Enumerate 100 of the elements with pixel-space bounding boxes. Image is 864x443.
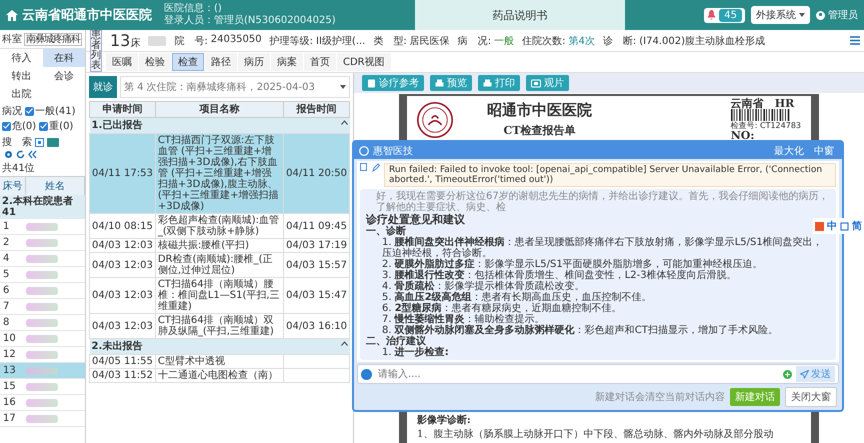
bed-number: 2 bbox=[2, 237, 10, 248]
visit-select[interactable]: 第 4 次住院：南彝城疼痛科，2025-04-03 bbox=[120, 76, 350, 98]
patient-field: 护理等级: II级护理(... bbox=[270, 34, 366, 48]
patient-row[interactable]: 8 bbox=[0, 315, 85, 331]
column-header: 申请时间 bbox=[90, 102, 156, 118]
bed-number: 17 bbox=[2, 413, 17, 424]
department-label: 科室 bbox=[2, 32, 22, 46]
menu-icon[interactable] bbox=[850, 36, 860, 45]
list-item: 8. 双侧髂外动脉闭塞及全身多动脉粥样硬化：彩色超声和CT扫描显示，增加了手术风险。 bbox=[381, 325, 779, 336]
record-tab[interactable]: 检验 bbox=[139, 53, 171, 71]
list-item: 2. 硬膜外脂肪过多症：影像学显示L5/S1平面硬膜外脂肪增多，可能加重神经根压迫。 bbox=[381, 259, 764, 270]
patient-field: 诊 断: (I74.002)腹主动脉血栓形成 bbox=[602, 34, 765, 48]
group-header[interactable]: 2.未出报告 bbox=[90, 338, 350, 354]
patient-field: 病 况: 一般 bbox=[458, 34, 514, 48]
patient-row[interactable]: 12 bbox=[0, 347, 85, 363]
close-window-button[interactable]: 关闭大窗 bbox=[785, 387, 837, 407]
record-tab[interactable]: 病案 bbox=[271, 53, 303, 71]
patient-row[interactable]: 16 bbox=[0, 395, 85, 411]
patient-row[interactable]: 4 bbox=[0, 251, 85, 267]
redacted-name bbox=[26, 238, 58, 246]
patient-field: 院 号: 24035050 bbox=[174, 34, 262, 48]
card-icon[interactable] bbox=[47, 138, 59, 146]
redacted-name bbox=[26, 302, 58, 310]
printer-icon bbox=[483, 78, 492, 88]
thinking-text: 好，我现在需要分析这位67岁的谢朝忠先生的病情，并给出诊疗建议。首先，我会仔细阅读他的病历，了解他的主要症状、病史、检 bbox=[375, 191, 830, 213]
edit-icon[interactable] bbox=[372, 163, 380, 172]
patient-row[interactable]: 2 bbox=[0, 235, 85, 251]
status-filter-button[interactable]: 在科 bbox=[42, 49, 85, 67]
bed-number: 12 bbox=[2, 349, 17, 360]
patient-row[interactable]: 17 bbox=[0, 411, 85, 427]
redacted-name bbox=[26, 350, 58, 358]
collapse-icon[interactable] bbox=[28, 150, 37, 159]
chevron-icon bbox=[340, 341, 348, 346]
record-tab[interactable]: 首页 bbox=[304, 53, 336, 71]
redacted-name bbox=[26, 270, 58, 278]
search-toggle-icon[interactable] bbox=[35, 138, 44, 146]
table-cell: 十二通道心电图检查（南） bbox=[155, 368, 284, 382]
patient-row[interactable]: 13 bbox=[0, 363, 85, 379]
group-header[interactable]: 1.已出报告 bbox=[90, 118, 350, 134]
assistant-icon bbox=[361, 368, 372, 380]
report-row[interactable]: 04/05 11:55 C型臂术中透视 bbox=[90, 354, 350, 368]
report-row[interactable]: 04/03 11:52 十二通道心电图检查（南） bbox=[90, 368, 350, 382]
redacted-block bbox=[148, 36, 166, 46]
caret-icon bbox=[799, 13, 805, 17]
group-header: 2.本科在院患者 41 bbox=[0, 195, 85, 219]
list-item: 7. 慢性萎缩性胃炎：辅助检查提示。 bbox=[381, 314, 545, 325]
redacted-name bbox=[26, 382, 58, 390]
report-row[interactable]: 04/03 12:03 CT扫描64排（南顺城）腰椎：椎间盘L1—S1(平扫,三维重建) 04/03 15:47 bbox=[90, 278, 350, 314]
record-tab[interactable]: 病历 bbox=[238, 53, 270, 71]
bed-number: 10 bbox=[2, 333, 17, 344]
department-select[interactable]: 南彝城疼痛科 bbox=[24, 32, 82, 46]
patient-row[interactable]: 10 bbox=[0, 331, 85, 347]
user-icon bbox=[816, 10, 825, 20]
patient-list-tab[interactable]: 患者列表 bbox=[90, 30, 102, 72]
bed-number: 1 bbox=[2, 221, 10, 232]
condition-checkbox[interactable]: 一般(41) bbox=[25, 104, 76, 118]
patient-row[interactable]: 15 bbox=[0, 379, 85, 395]
chevron-icon bbox=[340, 120, 348, 125]
redacted-name bbox=[26, 254, 58, 262]
bed-number: 8 bbox=[2, 317, 10, 328]
user-menu[interactable]: 管理员 bbox=[816, 8, 858, 22]
patient-field: 类 型: 居民医保 bbox=[373, 34, 450, 48]
report-row[interactable]: 04/03 12:03 核磁共振:腰椎(平扫) 04/03 17:19 bbox=[90, 238, 350, 252]
table-cell bbox=[284, 368, 350, 382]
section-heading: 影像学诊断: bbox=[417, 414, 472, 427]
record-tab[interactable]: 医嘱 bbox=[106, 53, 138, 71]
record-tab[interactable]: 检查 bbox=[172, 53, 204, 71]
section-title: 二、治疗建议 bbox=[366, 336, 426, 347]
table-cell: 04/11 17:53 bbox=[90, 134, 156, 214]
record-tab[interactable]: 路径 bbox=[205, 53, 237, 71]
error-message: Run failed: Failed to invoke tool: [openai_api_compatible] Server Unavailable Error, ('Connection aborted.', TimeoutError('timed out')) bbox=[384, 163, 836, 187]
redacted-name bbox=[26, 286, 58, 294]
number-label: NO: bbox=[730, 130, 754, 141]
report-row[interactable]: 04/11 17:53 CT扫描西门子双源:左下肢血管 (平扫+三维重建+增强扫描+3D成像),右下肢血管 (平扫+三维重建+增强扫描+3D成像),腹主动脉、(平扫+三维重建+增强扫描+3D成像) 04/11 20:50 bbox=[90, 134, 350, 214]
patient-row[interactable]: 6 bbox=[0, 283, 85, 299]
visit-button[interactable]: 就诊 bbox=[89, 76, 117, 98]
add-icon[interactable] bbox=[783, 370, 792, 378]
bed-number: 16 bbox=[2, 397, 17, 408]
external-system-menu[interactable]: 外接系统 bbox=[751, 6, 810, 24]
patient-row[interactable]: 7 bbox=[0, 299, 85, 315]
patient-row[interactable]: 5 bbox=[0, 267, 85, 283]
ime-mode-toggle[interactable]: 中 bbox=[827, 219, 837, 233]
settings-icon[interactable] bbox=[4, 150, 13, 159]
copy-icon[interactable] bbox=[360, 163, 368, 172]
notification-count: 45 bbox=[719, 8, 742, 22]
bed-number: 4 bbox=[2, 253, 10, 264]
condition-label: 病况 bbox=[2, 104, 22, 118]
ime-logo-icon[interactable] bbox=[815, 222, 824, 230]
list-item: 5. 高血压2级高危组：患者有长期高血压史，血压控制不佳。 bbox=[381, 292, 653, 303]
patient-row[interactable]: 1 bbox=[0, 219, 85, 235]
record-tab[interactable]: CDR视图 bbox=[337, 53, 391, 71]
refresh-icon[interactable] bbox=[16, 150, 25, 159]
condition-checkbox[interactable]: 危(0) bbox=[2, 119, 36, 133]
patient-field: 住院次数: 第4次 bbox=[522, 34, 595, 48]
home-icon[interactable] bbox=[6, 10, 18, 20]
drug-manual-tab[interactable]: 药品说明书 bbox=[414, 0, 625, 30]
ime-variant-toggle[interactable]: 简 bbox=[852, 219, 862, 233]
condition-checkbox[interactable]: 重(0) bbox=[39, 119, 74, 133]
dialog-title: 惠智医技 bbox=[373, 144, 413, 158]
list-item: 1. 进一步检查: bbox=[381, 347, 450, 358]
